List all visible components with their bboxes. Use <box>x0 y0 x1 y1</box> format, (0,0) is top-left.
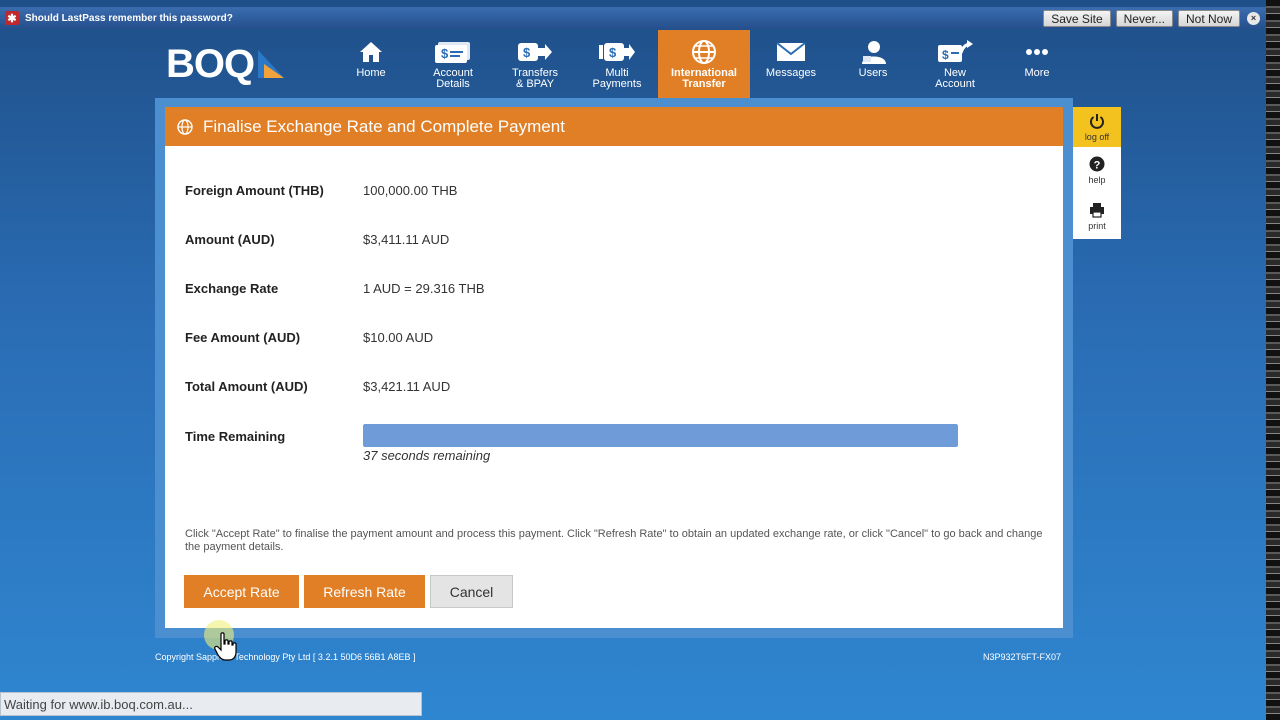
side-toolbar: log off ? help print <box>1073 107 1121 239</box>
field-label: Exchange Rate <box>185 281 279 296</box>
logo-mark-icon <box>258 50 285 78</box>
browser-status-bar: Waiting for www.ib.boq.com.au... <box>0 692 422 716</box>
total-amount-row: Total Amount (AUD) $3,421.11 AUD <box>185 379 450 394</box>
refresh-rate-button[interactable]: Refresh Rate <box>304 575 425 608</box>
globe-icon <box>177 118 193 135</box>
field-value: $3,411.11 AUD <box>363 232 450 247</box>
nav-item-transfers-bpay[interactable]: $ Transfers & BPAY <box>494 30 576 98</box>
envelope-icon <box>776 40 806 64</box>
accept-rate-button[interactable]: Accept Rate <box>184 575 299 608</box>
exchange-rate-row: Exchange Rate 1 AUD = 29.316 THB <box>185 281 485 296</box>
status-text: Waiting for www.ib.boq.com.au... <box>4 696 193 712</box>
field-label: Amount (AUD) <box>185 232 275 247</box>
session-code: N3P932T6FT-FX07 <box>983 652 1062 662</box>
lastpass-actions: Save Site Never... Not Now × <box>1043 9 1266 27</box>
field-value: 100,000.00 THB <box>363 183 458 198</box>
field-label: Foreign Amount (THB) <box>185 183 324 198</box>
nav-label: Transfers & BPAY <box>511 67 559 90</box>
help-icon: ? <box>1089 156 1105 171</box>
lastpass-bar: ✱ Should LastPass remember this password… <box>0 7 1266 29</box>
help-label: help <box>1088 174 1106 185</box>
hand-cursor-icon <box>214 632 237 661</box>
globe-icon <box>691 40 717 64</box>
nav-item-messages[interactable]: Messages <box>750 30 832 98</box>
nav-item-account-details[interactable]: $ Account Details <box>412 30 494 98</box>
window-edge <box>1266 0 1280 720</box>
print-button[interactable]: print <box>1073 193 1121 239</box>
cancel-button[interactable]: Cancel <box>430 575 513 608</box>
foreign-amount-row: Foreign Amount (THB) 100,000.00 THB <box>185 183 457 198</box>
log-off-button[interactable]: log off <box>1073 107 1121 147</box>
time-remaining-progress-bar <box>363 424 958 447</box>
print-label: print <box>1088 220 1106 231</box>
panel-title: Finalise Exchange Rate and Complete Paym… <box>203 116 565 136</box>
instructions-text: Click "Accept Rate" to finalise the paym… <box>185 528 1043 553</box>
svg-text:$: $ <box>609 45 617 60</box>
nav-label: Home <box>356 67 386 79</box>
seconds-remaining-text: 37 seconds remaining <box>363 448 491 463</box>
save-site-button[interactable]: Save Site <box>1043 9 1111 27</box>
nav-item-multi-payments[interactable]: $ Multi Payments <box>576 30 658 98</box>
svg-text:$: $ <box>441 46 449 61</box>
more-icon <box>1025 40 1049 64</box>
nav-item-international-transfer[interactable]: International Transfer <box>658 30 750 105</box>
panel-header: Finalise Exchange Rate and Complete Paym… <box>165 107 1063 146</box>
power-icon <box>1090 113 1104 129</box>
print-icon <box>1090 202 1104 218</box>
nav-item-more[interactable]: More <box>996 30 1078 98</box>
progress-fill <box>363 424 958 447</box>
svg-text:?: ? <box>1094 159 1101 171</box>
home-icon <box>359 40 383 64</box>
nav-item-users[interactable]: Users <box>832 30 914 98</box>
nav-label: More <box>1024 67 1050 79</box>
lastpass-icon: ✱ <box>5 11 19 25</box>
field-label: Fee Amount (AUD) <box>185 330 301 345</box>
users-icon <box>859 40 887 64</box>
log-off-label: log off <box>1084 131 1110 142</box>
boq-logo[interactable]: BOQ <box>166 44 286 84</box>
field-value: $10.00 AUD <box>363 330 434 345</box>
help-button[interactable]: ? help <box>1073 147 1121 193</box>
close-icon[interactable]: × <box>1247 11 1260 25</box>
nav-label: Multi Payments <box>592 67 642 90</box>
field-value: 1 AUD = 29.316 THB <box>363 281 485 296</box>
logo-text: BOQ <box>166 42 255 86</box>
fee-amount-row: Fee Amount (AUD) $10.00 AUD <box>185 330 433 345</box>
nav-item-home[interactable]: Home <box>330 30 412 98</box>
nav-label: Users <box>858 67 888 79</box>
exchange-panel: Finalise Exchange Rate and Complete Paym… <box>165 107 1063 628</box>
new-account-icon: $ <box>937 40 973 64</box>
amount-aud-row: Amount (AUD) $3,411.11 AUD <box>185 232 449 247</box>
account-details-icon: $ <box>434 40 472 64</box>
svg-text:$: $ <box>942 48 949 62</box>
lastpass-prompt: Should LastPass remember this password? <box>25 12 233 24</box>
svg-text:$: $ <box>523 45 531 60</box>
nav-label: New Account <box>935 67 975 90</box>
multi-payments-icon: $ <box>598 40 636 64</box>
nav-label: International Transfer <box>670 67 737 90</box>
never-button[interactable]: Never... <box>1115 9 1173 27</box>
field-label: Total Amount (AUD) <box>185 379 308 394</box>
field-value: $3,421.11 AUD <box>363 379 451 394</box>
nav-item-new-account[interactable]: $ New Account <box>914 30 996 98</box>
nav-label: Messages <box>765 67 817 79</box>
field-label: Time Remaining <box>185 429 286 444</box>
not-now-button[interactable]: Not Now <box>1177 9 1240 27</box>
time-remaining-row: Time Remaining <box>185 429 363 444</box>
main-nav: Home $ Account Details $ Transfers & BPA… <box>330 30 1078 105</box>
transfer-icon: $ <box>517 40 553 64</box>
copyright-text: Copyright Sapphire Technology Pty Ltd [ … <box>155 652 416 662</box>
nav-label: Account Details <box>433 67 473 90</box>
